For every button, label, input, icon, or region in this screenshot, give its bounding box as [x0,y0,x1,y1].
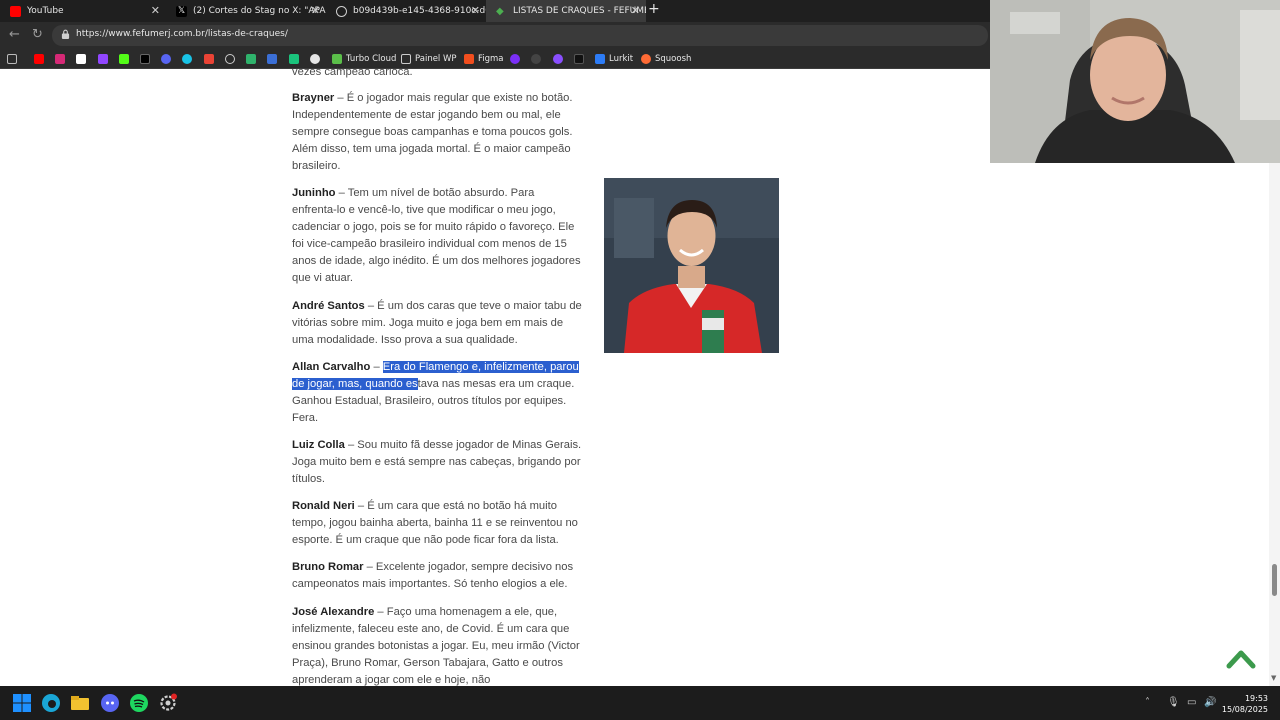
paragraph-fragment: vezes campeão carioca. [292,69,413,78]
network-icon[interactable]: ▭ [1187,697,1196,708]
settings-gear-icon[interactable] [158,693,178,713]
scroll-to-top-icon[interactable] [1226,647,1256,669]
player-ronald-neri: Ronald Neri – É um cara que está no botã… [292,500,578,546]
bookmark-icon-green[interactable] [246,52,260,66]
player-jose-alexandre: José Alexandre – Faço uma homenagem a el… [292,606,580,686]
player-photo [604,178,779,353]
player-name: José Alexandre [292,606,375,618]
webcam-overlay [990,0,1280,163]
bookmark-icon-black[interactable] [574,52,588,66]
new-tab-button[interactable]: + [648,1,660,17]
close-tab-icon[interactable]: ✕ [151,4,160,17]
bookmark-figma[interactable]: Figma [464,52,504,66]
player-name: André Santos [292,300,365,312]
tab-uuid[interactable]: b09d439b-e145-4368-910c-d04e ✕ [326,0,486,22]
player-juninho: Juninho – Tem um nível de botão absurdo.… [292,187,581,284]
bookmark-squoosh[interactable]: Squoosh [641,52,691,66]
x-bookmark-icon[interactable] [140,52,154,66]
twitch-bookmark-icon[interactable] [98,52,112,66]
tab-youtube[interactable]: YouTube ✕ [0,0,166,22]
file-explorer-icon[interactable] [70,693,90,713]
back-arrow-icon[interactable]: ← [9,27,20,42]
bookmark-icon-sl[interactable] [267,52,281,66]
clock-time: 19:53 [1244,694,1268,703]
openai-bookmark-icon[interactable] [310,52,324,66]
scroll-down-arrow-icon[interactable]: ▼ [1271,674,1276,682]
scrollbar-thumb[interactable] [1272,564,1277,596]
tab-listas-de-craques[interactable]: ◆ LISTAS DE CRAQUES - FEFUMERJ ✕ [486,0,646,22]
windows-taskbar: ˄ 🎙 ▭ 🔊 19:53 15/08/2025 [0,686,1280,720]
bookmark-turbo-cloud[interactable]: Turbo Cloud [332,52,396,66]
amazon-bookmark-icon[interactable] [76,52,90,66]
bookmark-painel-wp[interactable]: Painel WP [401,52,457,66]
player-name: Juninho [292,187,336,199]
fefumerj-icon: ◆ [496,5,504,17]
bookmark-icon-figma-green[interactable] [289,52,303,66]
bookmark-icon-blue[interactable] [161,52,175,66]
instagram-bookmark-icon[interactable] [55,52,69,66]
url-bar[interactable]: https://www.fefumerj.com.br/listas-de-cr… [52,25,988,46]
globe-icon [336,5,347,17]
folder-icon [401,54,411,64]
globe-bookmark-icon[interactable] [225,52,239,66]
player-name: Ronald Neri [292,500,355,512]
player-brayner: Brayner – É o jogador mais regular que e… [292,92,573,172]
close-tab-icon[interactable]: ✕ [471,4,480,17]
tab-x-cortes[interactable]: 𝕏 (2) Cortes do Stag no X: "APAREN ✕ [166,0,326,22]
player-andre-santos: André Santos – É um dos caras que teve o… [292,300,582,346]
system-clock[interactable]: 19:53 15/08/2025 [1222,693,1268,715]
chevron-up-icon[interactable]: ˄ [1145,697,1150,708]
player-name: Luiz Colla [292,439,345,451]
youtube-icon [10,5,21,17]
player-luiz-colla: Luiz Colla – Sou muito fã desse jogador … [292,439,582,485]
menu-icon[interactable] [7,52,21,66]
bookmark-icon-purple[interactable] [510,52,524,66]
clock-date: 15/08/2025 [1221,705,1268,714]
lock-icon [61,29,70,39]
player-bruno-romar: Bruno Romar – Excelente jogador, sempre … [292,561,574,590]
windows-start-icon[interactable] [12,693,32,713]
bookmark-lurkit[interactable]: Lurkit [595,52,633,66]
player-name: Allan Carvalho [292,361,371,373]
bookmark-icon-violet[interactable] [553,52,567,66]
kick-bookmark-icon[interactable] [119,52,133,66]
microphone-icon[interactable]: 🎙 [1167,697,1180,708]
volume-icon[interactable]: 🔊 [1204,697,1216,708]
player-allan-carvalho: Allan Carvalho – Era do Flamengo e, infe… [292,361,579,424]
x-icon: 𝕏 [176,5,187,17]
player-name: Bruno Romar [292,561,364,573]
url-text: https://www.fefumerj.com.br/listas-de-cr… [76,29,288,39]
player-name: Brayner [292,92,335,104]
discord-icon[interactable] [100,693,120,713]
close-tab-icon[interactable]: ✕ [311,4,320,17]
reload-icon[interactable]: ↻ [32,27,43,42]
close-tab-icon[interactable]: ✕ [631,4,640,17]
gmail-bookmark-icon[interactable] [204,52,218,66]
youtube-bookmark-icon[interactable] [34,52,48,66]
edge-browser-icon[interactable] [41,693,61,713]
bookmark-icon-teal[interactable] [182,52,196,66]
bookmark-icon-dark[interactable] [531,52,545,66]
spotify-icon[interactable] [129,693,149,713]
